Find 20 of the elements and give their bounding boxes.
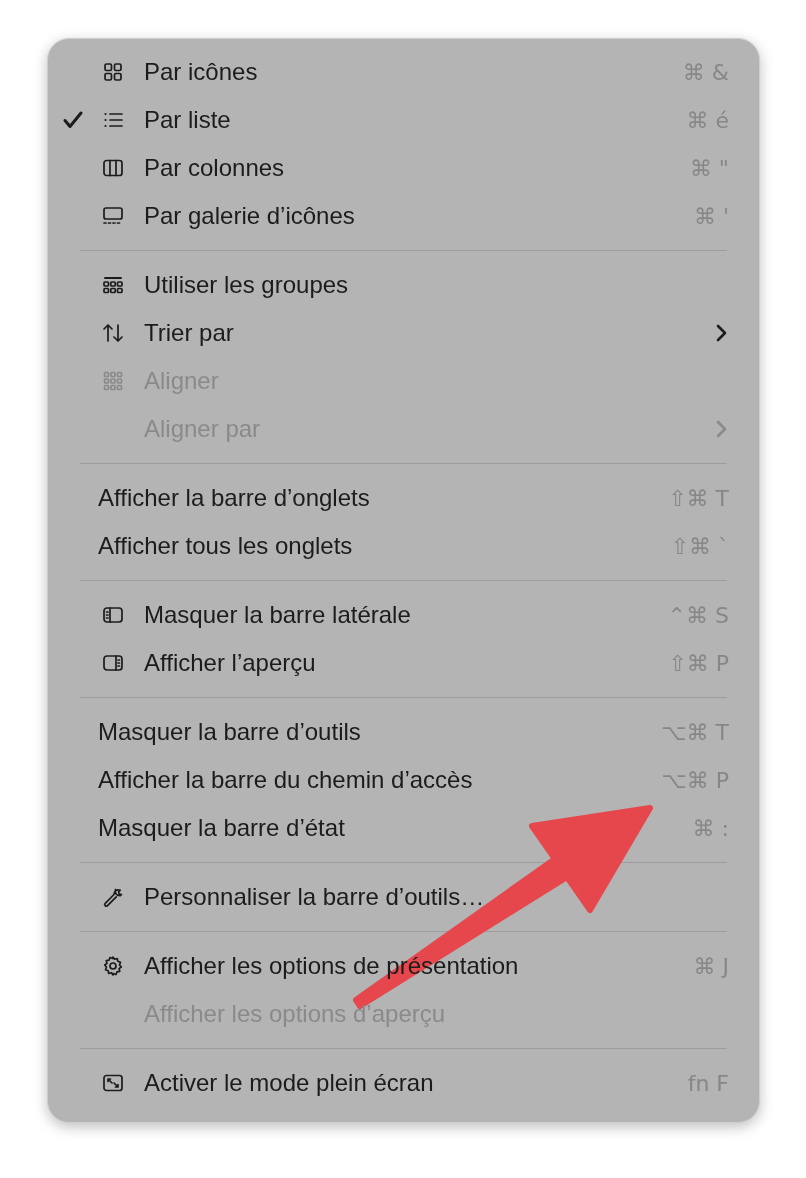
keyboard-shortcut: ⌘ : [692,814,729,843]
keyboard-shortcut: ⌘ & [682,58,729,87]
keyboard-shortcut: ⇧⌘ ` [670,532,729,561]
chevron-right-icon [715,419,729,439]
checkmark-icon [62,109,84,131]
settings-icon [101,954,125,978]
menu-item[interactable]: Masquer la barre d’état ⌘ : [48,804,759,852]
menu-item[interactable]: Personnaliser la barre d’outils… [48,873,759,921]
menu-item[interactable]: Trier par [48,309,759,357]
dot-grid-icon [101,369,125,393]
menu-item[interactable]: Par colonnes ⌘ " [48,144,759,192]
menu-item[interactable]: Utiliser les groupes [48,261,759,309]
chevron-right-icon [715,323,729,343]
menu-item[interactable]: Par icônes ⌘ & [48,48,759,96]
keyboard-shortcut: ⌘ " [689,154,729,183]
menu-item[interactable]: Afficher tous les onglets ⇧⌘ ` [48,522,759,570]
keyboard-shortcut: ⌘ ' [693,202,729,231]
menu-item[interactable]: Par galerie d’icônes ⌘ ' [48,192,759,240]
sort-arrows-icon [101,321,125,345]
grid-icon [101,60,125,84]
